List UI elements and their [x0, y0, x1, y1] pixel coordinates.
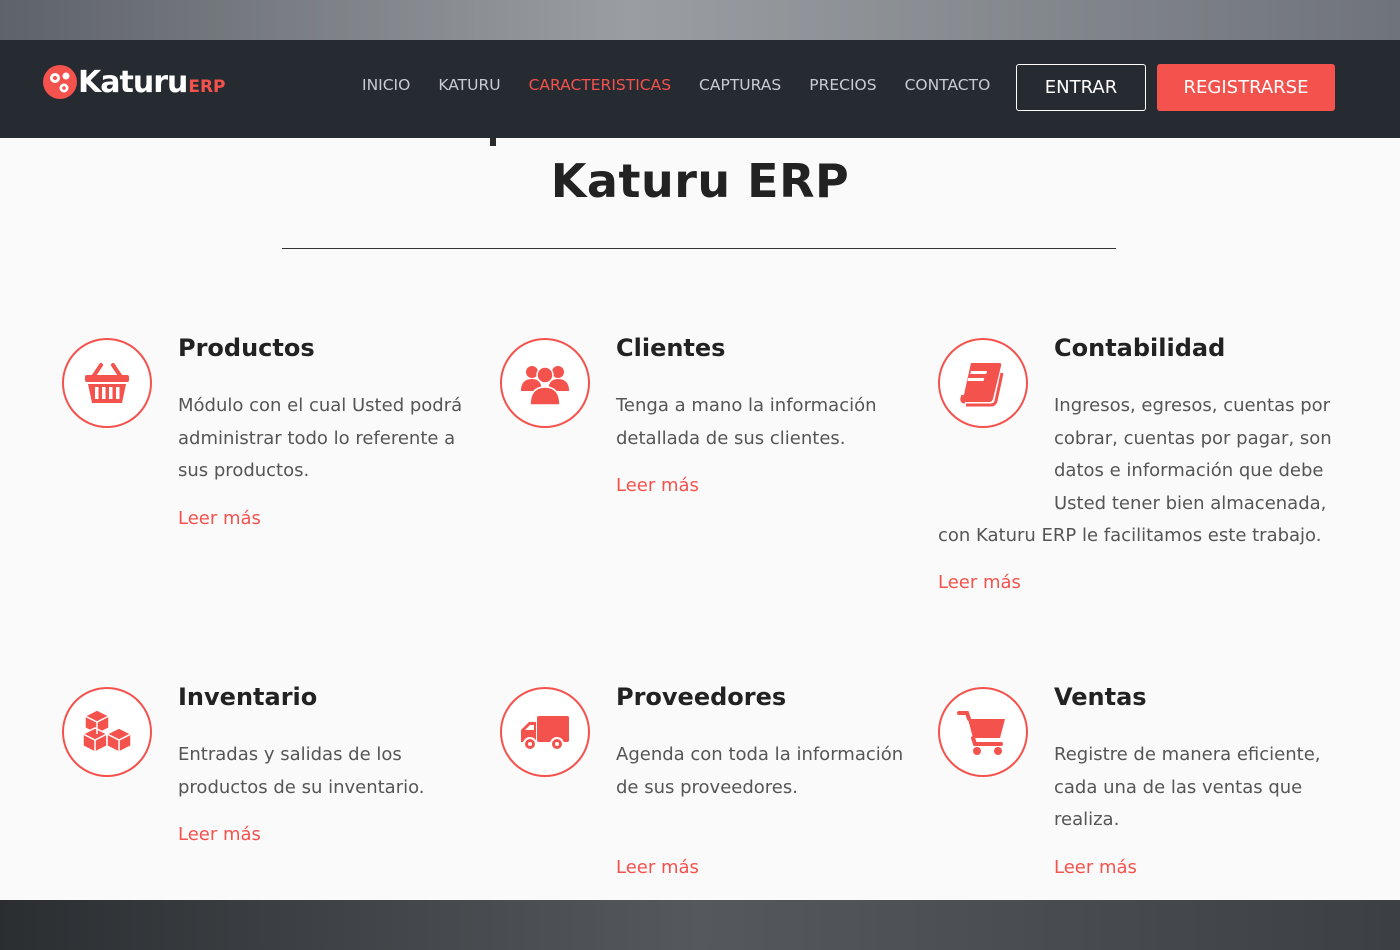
feature-description-wrap: Ingresos, egresos, cuentas por cobrar, c…: [938, 390, 1338, 553]
read-more-link[interactable]: Leer más: [616, 475, 699, 496]
nav-link-contacto[interactable]: CONTACTO: [905, 76, 991, 94]
features-section: Katuru ERP Productos Módulo con el cual …: [0, 138, 1400, 900]
cart-icon: [938, 687, 1028, 777]
feature-title: Proveedores: [616, 683, 787, 711]
users-icon: [500, 338, 590, 428]
feature-title: Clientes: [616, 334, 726, 362]
read-more-link[interactable]: Leer más: [616, 857, 699, 878]
brand-suffix: ERP: [188, 77, 226, 97]
boxes-icon: [62, 687, 152, 777]
read-more-link[interactable]: Leer más: [938, 572, 1021, 593]
feature-title: Ventas: [1054, 683, 1147, 711]
clipped-heading-fragment: [490, 138, 496, 146]
login-button[interactable]: ENTRAR: [1016, 64, 1146, 111]
main-nav: INICIO KATURU CARACTERISTICAS CAPTURAS P…: [362, 76, 1018, 94]
feature-title: Contabilidad: [1054, 334, 1226, 362]
nav-link-inicio[interactable]: INICIO: [362, 76, 410, 94]
page-title: Katuru ERP: [550, 154, 850, 208]
register-button[interactable]: REGISTRARSE: [1157, 64, 1335, 111]
feature-description: Agenda con toda la información de sus pr…: [616, 744, 904, 798]
read-more-link[interactable]: Leer más: [1054, 857, 1137, 878]
feature-description: Registre de manera eficiente, cada una d…: [1054, 744, 1321, 830]
logo-icon: [42, 64, 78, 100]
nav-link-katuru[interactable]: KATURU: [438, 76, 500, 94]
nav-link-capturas[interactable]: CAPTURAS: [699, 76, 781, 94]
window-backdrop-top: [0, 0, 1400, 40]
brand-logo[interactable]: Katuru ERP: [42, 62, 226, 102]
basket-icon: [62, 338, 152, 428]
truck-icon: [500, 687, 590, 777]
read-more-link[interactable]: Leer más: [178, 508, 261, 529]
feature-title: Inventario: [178, 683, 318, 711]
title-divider: [282, 248, 1116, 249]
read-more-link[interactable]: Leer más: [178, 824, 261, 845]
brand-name: Katuru: [78, 64, 188, 100]
feature-description: Entradas y salidas de los productos de s…: [178, 744, 425, 798]
feature-description: Módulo con el cual Usted podrá administr…: [178, 395, 463, 481]
nav-link-precios[interactable]: PRECIOS: [809, 76, 876, 94]
window-backdrop-bottom: [0, 900, 1400, 950]
top-navbar: Katuru ERP INICIO KATURU CARACTERISTICAS…: [0, 40, 1400, 138]
nav-link-caracteristicas[interactable]: CARACTERISTICAS: [529, 76, 671, 94]
feature-title: Productos: [178, 334, 315, 362]
feature-description: Tenga a mano la información detallada de…: [616, 395, 877, 449]
